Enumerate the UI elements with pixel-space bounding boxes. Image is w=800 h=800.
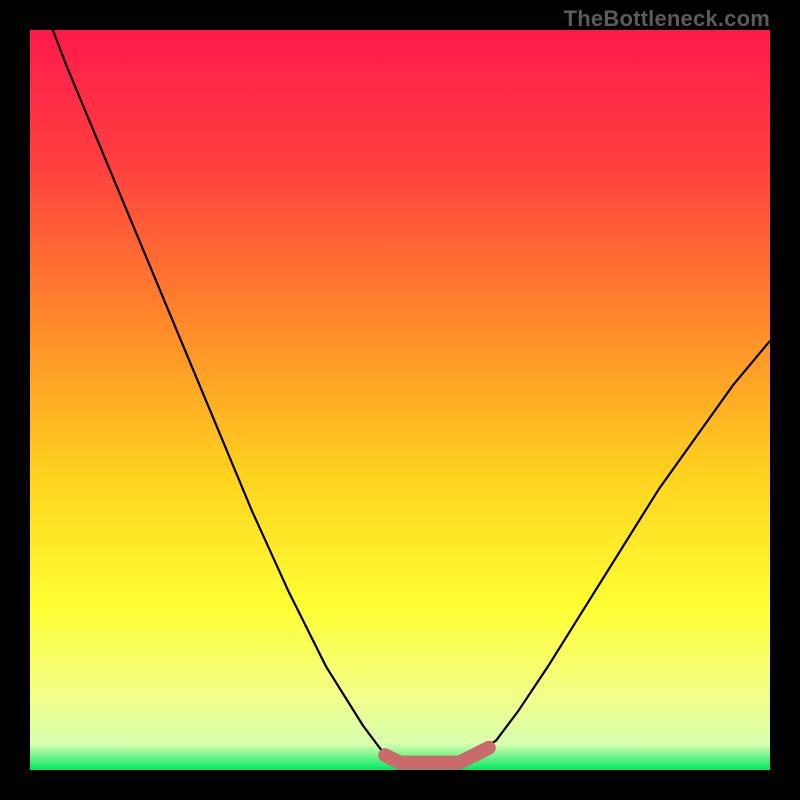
watermark-text: TheBottleneck.com xyxy=(564,6,770,32)
bottleneck-curve xyxy=(30,30,770,763)
optimal-plateau xyxy=(385,748,489,763)
plot-area xyxy=(30,30,770,770)
chart-frame: TheBottleneck.com xyxy=(0,0,800,800)
curve-layer xyxy=(30,30,770,770)
